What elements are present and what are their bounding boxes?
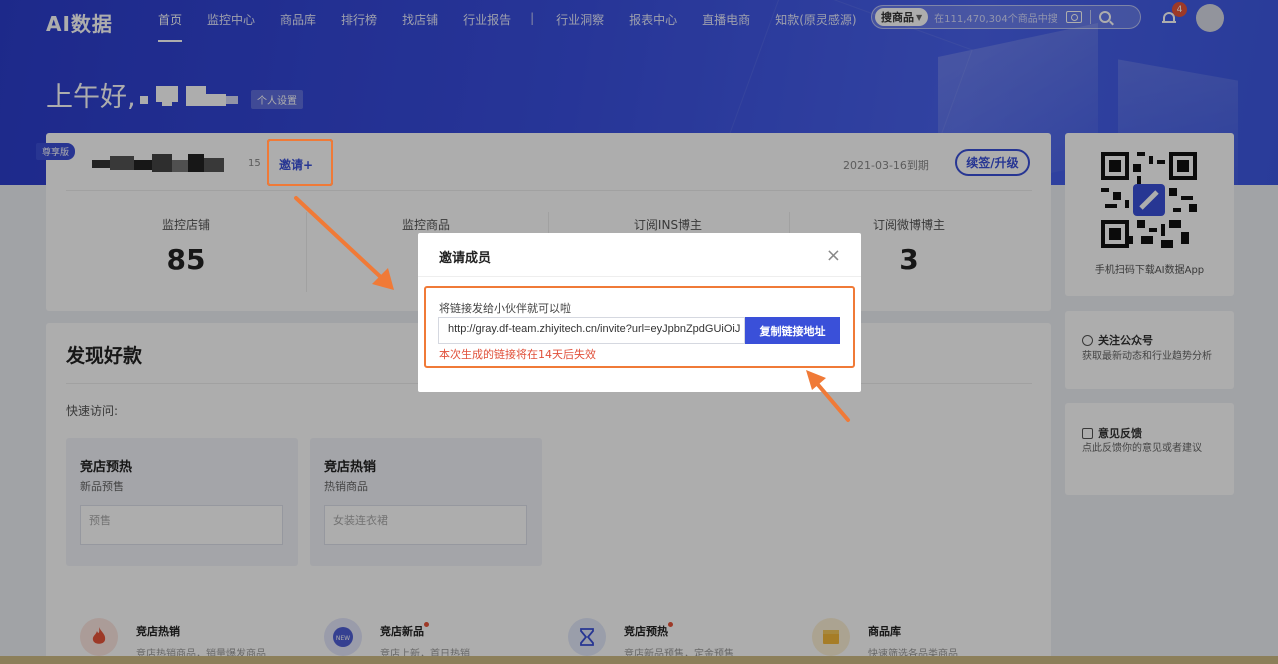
- modal-title: 邀请成员: [439, 251, 492, 266]
- bottom-strip: [0, 656, 1278, 664]
- annotation-arrow-icon: [806, 370, 850, 422]
- invite-highlight-box: [267, 139, 333, 186]
- modal-divider: [418, 276, 861, 277]
- modal-highlight-box: [424, 286, 855, 368]
- annotation-arrow-icon: [294, 196, 394, 290]
- close-icon[interactable]: ×: [826, 247, 841, 265]
